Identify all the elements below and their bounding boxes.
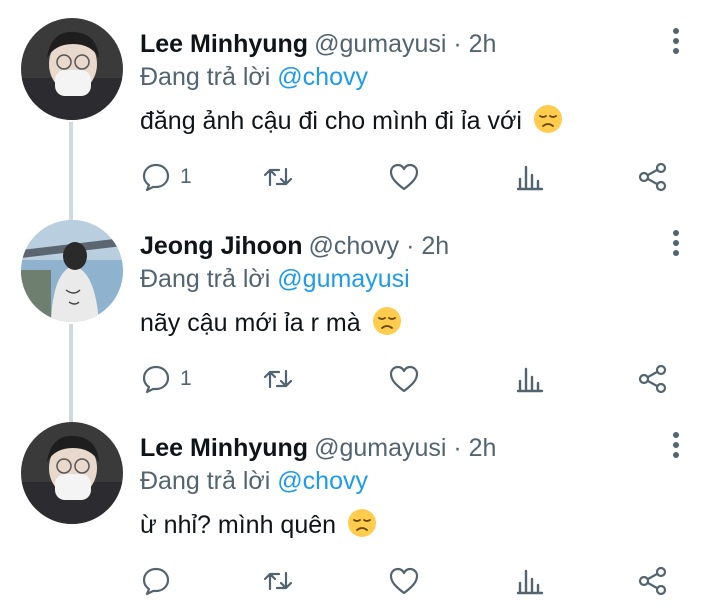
heart-icon <box>389 365 419 393</box>
retweet-icon <box>263 167 293 187</box>
analytics-icon <box>516 165 544 191</box>
handle-time: @chovy · 2h <box>308 232 450 260</box>
disappointed-face-icon <box>372 306 402 336</box>
mention-link[interactable]: @chovy <box>277 63 368 91</box>
avatar[interactable] <box>21 422 123 524</box>
analytics-button[interactable] <box>514 362 546 396</box>
like-button[interactable] <box>388 564 420 598</box>
tweet[interactable]: Jeong Jihoon @chovy · 2h Đang trả lời @gu… <box>0 202 719 404</box>
reply-prefix: Đang trả lời <box>140 265 271 293</box>
reply-prefix: Đang trả lời <box>140 467 271 495</box>
replying-to: Đang trả lời @chovy <box>140 62 368 92</box>
avatar[interactable] <box>21 220 123 322</box>
retweet-button[interactable] <box>262 160 294 194</box>
display-name[interactable]: Lee Minhyung <box>140 434 308 462</box>
share-button[interactable] <box>637 362 669 396</box>
handle-time: @gumayusi · 2h <box>314 30 497 58</box>
tweet-text-content: nãy cậu mới ỉa r mà <box>140 309 361 337</box>
share-icon <box>638 566 667 596</box>
avatar[interactable] <box>21 18 123 120</box>
tweet-text-content: đăng ảnh cậu đi cho mình đi ỉa với <box>140 107 522 135</box>
action-bar <box>0 564 719 598</box>
reply-icon <box>142 567 170 596</box>
disappointed-face-icon <box>533 104 563 134</box>
share-icon <box>638 364 667 394</box>
analytics-button[interactable] <box>514 160 546 194</box>
tweet-header: Jeong Jihoon @chovy · 2h <box>140 231 449 261</box>
reply-prefix: Đang trả lời <box>140 63 271 91</box>
mention-link[interactable]: @gumayusi <box>277 265 409 293</box>
display-name[interactable]: Lee Minhyung <box>140 30 308 58</box>
retweet-icon <box>263 369 293 389</box>
more-options-icon[interactable] <box>664 228 688 258</box>
tweet-header: Lee Minhyung @gumayusi · 2h <box>140 433 496 463</box>
reply-button[interactable] <box>140 564 180 598</box>
retweet-icon <box>263 571 293 591</box>
retweet-button[interactable] <box>262 362 294 396</box>
reply-icon <box>142 163 170 192</box>
reply-icon <box>142 365 170 394</box>
share-button[interactable] <box>637 160 669 194</box>
tweet-text: nãy cậu mới ỉa r mà <box>140 306 402 339</box>
reply-count: 1 <box>180 367 192 390</box>
reply-button[interactable]: 1 <box>140 160 192 194</box>
disappointed-face-icon <box>347 508 377 538</box>
reply-count: 1 <box>180 165 192 188</box>
display-name[interactable]: Jeong Jihoon <box>140 232 303 260</box>
mention-link[interactable]: @chovy <box>277 467 368 495</box>
tweet[interactable]: Lee Minhyung @gumayusi · 2h Đang trả lời … <box>0 404 719 606</box>
heart-icon <box>389 567 419 595</box>
tweet-text: đăng ảnh cậu đi cho mình đi ỉa với <box>140 104 563 137</box>
tweet-text: ừ nhỉ? mình quên <box>140 508 377 541</box>
more-options-icon[interactable] <box>664 26 688 56</box>
analytics-icon <box>516 367 544 393</box>
share-button[interactable] <box>637 564 669 598</box>
heart-icon <box>389 163 419 191</box>
action-bar: 1 <box>0 362 719 396</box>
tweet-header: Lee Minhyung @gumayusi · 2h <box>140 29 496 59</box>
tweet-text-content: ừ nhỉ? mình quên <box>140 511 337 539</box>
replying-to: Đang trả lời @chovy <box>140 466 368 496</box>
action-bar: 1 <box>0 160 719 194</box>
replying-to: Đang trả lời @gumayusi <box>140 264 410 294</box>
tweet[interactable]: Lee Minhyung @gumayusi · 2h Đang trả lời … <box>0 0 719 202</box>
more-options-icon[interactable] <box>664 430 688 460</box>
analytics-button[interactable] <box>514 564 546 598</box>
reply-button[interactable]: 1 <box>140 362 192 396</box>
share-icon <box>638 162 667 192</box>
analytics-icon <box>516 569 544 595</box>
retweet-button[interactable] <box>262 564 294 598</box>
handle-time: @gumayusi · 2h <box>314 434 497 462</box>
like-button[interactable] <box>388 362 420 396</box>
like-button[interactable] <box>388 160 420 194</box>
